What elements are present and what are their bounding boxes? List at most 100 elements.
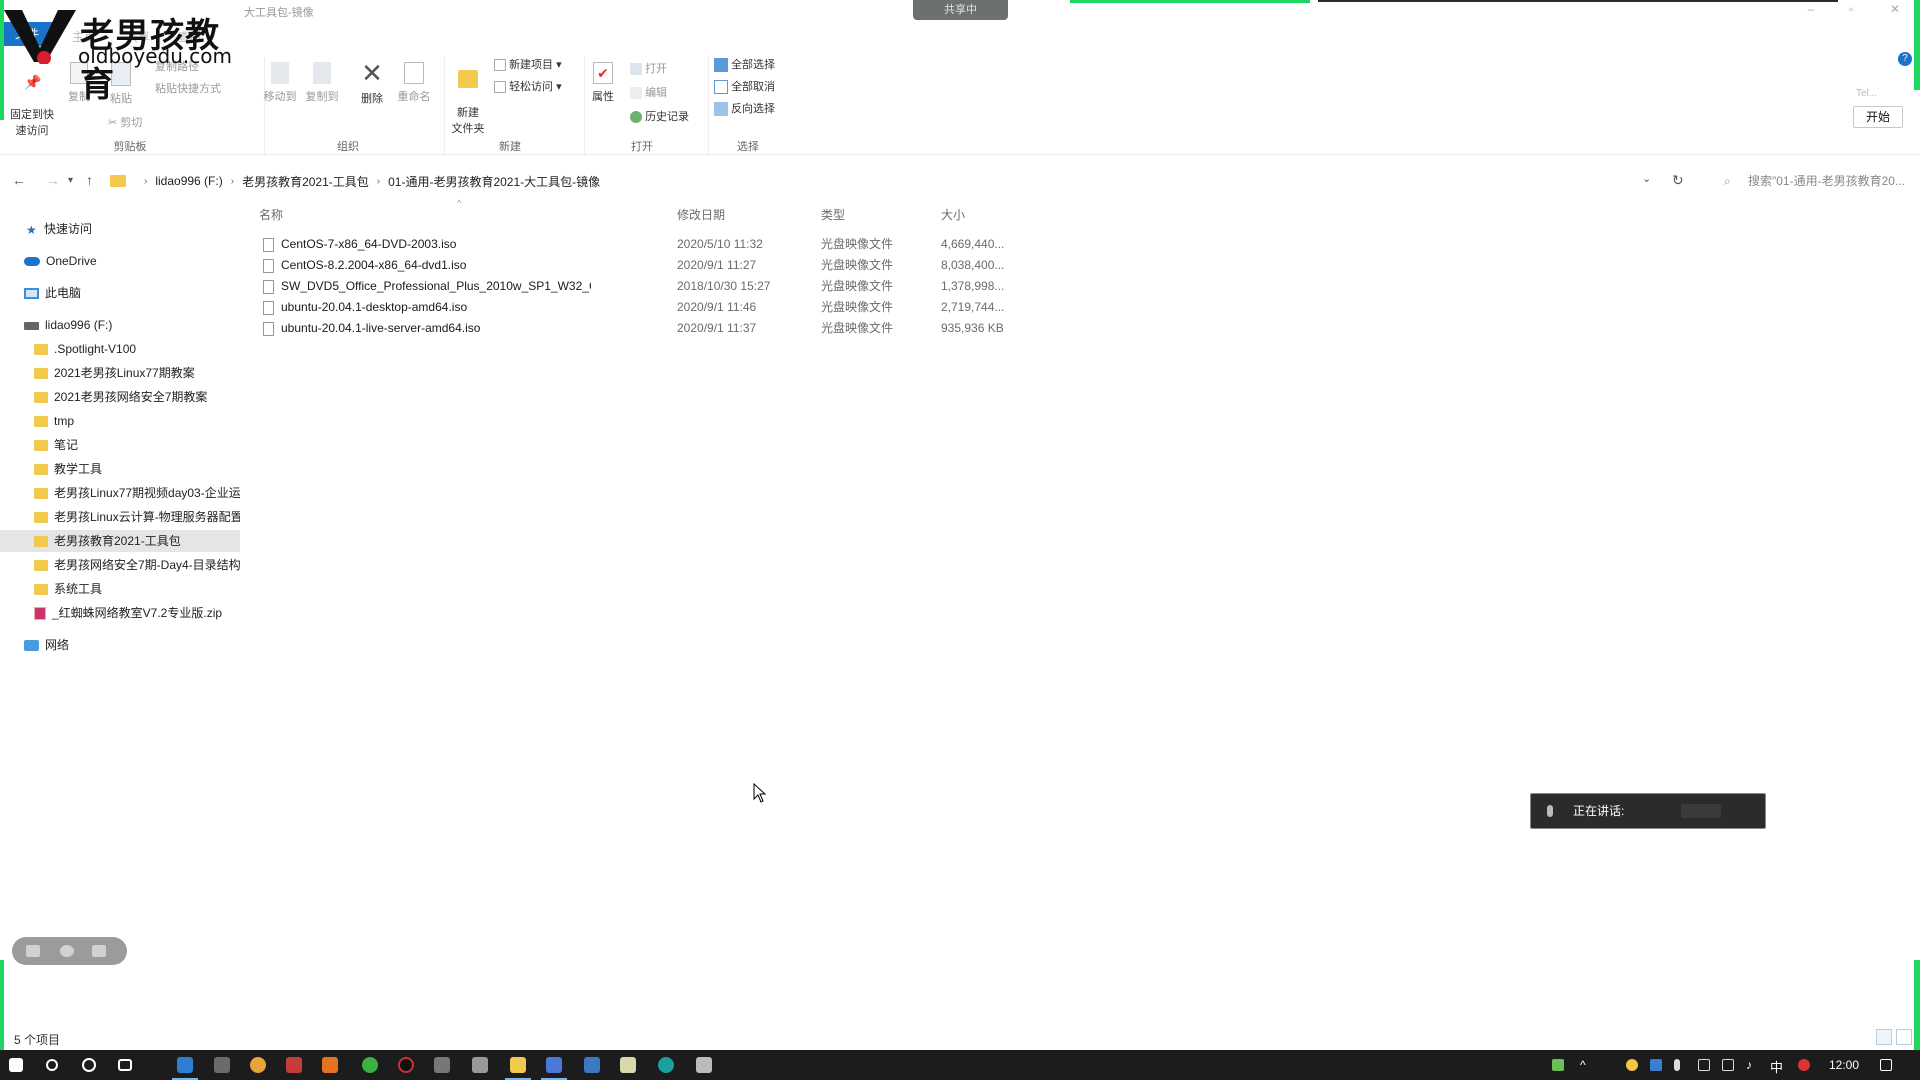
sidebar-item-label: 老男孩教育2021-工具包 bbox=[54, 534, 181, 548]
up-arrow-icon[interactable]: ↑ bbox=[86, 172, 93, 188]
app-icon[interactable] bbox=[177, 1057, 193, 1073]
floating-toolbar[interactable] bbox=[12, 937, 127, 965]
sidebar-item-folder[interactable]: 老男孩Linux77期视频day03-企业运 bbox=[0, 482, 240, 504]
address-dropdown-icon[interactable]: ⌄ bbox=[1642, 172, 1651, 185]
sidebar-item-folder[interactable]: 2021老男孩网络安全7期教案 bbox=[0, 386, 240, 408]
forward-arrow-icon[interactable]: → bbox=[46, 172, 60, 188]
tray-app-icon[interactable] bbox=[1626, 1059, 1638, 1071]
search-icon[interactable] bbox=[46, 1059, 58, 1071]
sidebar-item-folder[interactable]: 教学工具 bbox=[0, 458, 240, 480]
sidebar-item-folder[interactable]: 老男孩Linux云计算-物理服务器配置 bbox=[0, 506, 240, 528]
network-icon[interactable] bbox=[1722, 1059, 1734, 1071]
refresh-icon[interactable]: ↻ bbox=[1672, 172, 1684, 189]
file-explorer-icon[interactable] bbox=[510, 1057, 526, 1073]
rename-button[interactable]: 重命名 bbox=[396, 62, 432, 104]
app-icon[interactable] bbox=[322, 1057, 338, 1073]
sidebar-item-folder[interactable]: tmp bbox=[0, 410, 240, 432]
help-icon[interactable]: ? bbox=[1898, 52, 1912, 66]
select-all-button[interactable]: 全部选择 bbox=[714, 56, 775, 73]
microphone-toggle-icon[interactable] bbox=[60, 945, 74, 957]
copy-to-button[interactable]: 复制到 bbox=[304, 62, 340, 104]
screen-share-icon[interactable] bbox=[92, 945, 106, 957]
disc-image-icon bbox=[263, 259, 274, 273]
chevron-up-icon[interactable]: ^ bbox=[1580, 1059, 1592, 1071]
app-icon[interactable] bbox=[472, 1057, 488, 1073]
pin-quick-access-button[interactable]: 📌 固定到快 速访问 bbox=[6, 62, 58, 138]
sidebar-item-folder[interactable]: 笔记 bbox=[0, 434, 240, 456]
select-none-button[interactable]: 全部取消 bbox=[714, 78, 775, 95]
battery-icon[interactable] bbox=[1552, 1059, 1564, 1071]
sidebar-item-folder[interactable]: 老男孩网络安全7期-Day4-目录结构 bbox=[0, 554, 240, 576]
column-header-type[interactable]: 类型 bbox=[821, 206, 845, 223]
history-button[interactable]: 历史记录 bbox=[630, 108, 689, 124]
sidebar-item-this-pc[interactable]: 此电脑 bbox=[0, 282, 240, 304]
task-view-icon[interactable] bbox=[118, 1059, 132, 1071]
app-icon[interactable] bbox=[434, 1057, 450, 1073]
move-to-button[interactable]: 移动到 bbox=[262, 62, 298, 104]
close-icon[interactable]: ✕ bbox=[1880, 2, 1910, 16]
app-icon[interactable] bbox=[696, 1057, 712, 1073]
sidebar-item-folder[interactable]: 系统工具 bbox=[0, 578, 240, 600]
tray-app-icon[interactable] bbox=[1798, 1059, 1810, 1071]
file-row[interactable]: ubuntu-20.04.1-desktop-amd64.iso 2020/9/… bbox=[255, 297, 1015, 318]
start-button[interactable]: 开始 bbox=[1853, 106, 1903, 128]
sidebar-item-zip[interactable]: _红蜘蛛网络教室V7.2专业版.zip bbox=[0, 602, 240, 624]
share-frame bbox=[1070, 0, 1310, 3]
app-icon[interactable] bbox=[546, 1057, 562, 1073]
properties-button[interactable]: ✔ 属性 bbox=[586, 62, 620, 104]
open-button[interactable]: 打开 bbox=[630, 60, 667, 76]
new-item-button[interactable]: 新建项目 ▾ bbox=[494, 56, 562, 72]
breadcrumb-current[interactable]: 01-通用-老男孩教育2021-大工具包-镜像 bbox=[388, 173, 600, 190]
details-view-icon[interactable] bbox=[1876, 1029, 1892, 1045]
chrome-icon[interactable] bbox=[250, 1057, 266, 1073]
qq-icon[interactable] bbox=[398, 1057, 414, 1073]
app-icon[interactable] bbox=[658, 1057, 674, 1073]
volume-icon[interactable]: ♪ bbox=[1746, 1059, 1758, 1071]
edit-button[interactable]: 编辑 bbox=[630, 84, 667, 100]
file-type: 光盘映像文件 bbox=[821, 237, 894, 251]
cortana-icon[interactable] bbox=[82, 1058, 96, 1072]
column-header-date[interactable]: 修改日期 bbox=[677, 206, 725, 223]
cut-button[interactable]: ✂ 剪切 bbox=[108, 114, 142, 130]
column-header-size[interactable]: 大小 bbox=[941, 206, 965, 223]
camera-icon[interactable] bbox=[26, 945, 40, 957]
file-row[interactable]: CentOS-8.2.2004-x86_64-dvd1.iso 2020/9/1… bbox=[255, 255, 1015, 276]
tray-app-icon[interactable] bbox=[1650, 1059, 1662, 1071]
new-folder-button[interactable]: 新建 文件夹 bbox=[448, 58, 488, 136]
input-method-indicator[interactable]: 中 bbox=[1770, 1057, 1783, 1076]
windows-start-icon[interactable] bbox=[9, 1058, 23, 1072]
sidebar-item-drive[interactable]: lidao996 (F:) bbox=[0, 314, 240, 336]
back-arrow-icon[interactable]: ← bbox=[12, 172, 26, 188]
delete-button[interactable]: ✕ 删除 bbox=[354, 60, 390, 106]
sidebar-item-quick-access[interactable]: ★ 快速访问 bbox=[0, 218, 240, 240]
breadcrumb-toolkit[interactable]: 老男孩教育2021-工具包 bbox=[242, 173, 369, 190]
breadcrumb[interactable]: › lidao996 (F:) › 老男孩教育2021-工具包 › 01-通用-… bbox=[110, 170, 600, 192]
file-row[interactable]: CentOS-7-x86_64-DVD-2003.iso 2020/5/10 1… bbox=[255, 234, 1015, 255]
wechat-icon[interactable] bbox=[362, 1057, 378, 1073]
column-header-name[interactable]: 名称 bbox=[259, 206, 283, 223]
app-icon[interactable] bbox=[214, 1057, 230, 1073]
invert-selection-button[interactable]: 反向选择 bbox=[714, 100, 775, 117]
recent-dropdown-icon[interactable]: ▾ bbox=[68, 175, 73, 186]
file-row[interactable]: SW_DVD5_Office_Professional_Plus_2010w_S… bbox=[255, 276, 1015, 297]
large-icons-view-icon[interactable] bbox=[1896, 1029, 1912, 1045]
app-icon[interactable] bbox=[584, 1057, 600, 1073]
notification-icon[interactable] bbox=[1880, 1059, 1892, 1071]
maximize-icon[interactable]: ▫ bbox=[1836, 2, 1866, 16]
notepad-icon[interactable] bbox=[620, 1057, 636, 1073]
sidebar-item-folder[interactable]: 2021老男孩Linux77期教案 bbox=[0, 362, 240, 384]
app-icon[interactable] bbox=[286, 1057, 302, 1073]
tray-app-icon[interactable] bbox=[1698, 1059, 1710, 1071]
sidebar-item-onedrive[interactable]: OneDrive bbox=[0, 250, 240, 272]
sidebar-item-toolkit-selected[interactable]: 老男孩教育2021-工具包 bbox=[0, 530, 240, 552]
easy-access-button[interactable]: 轻松访问 ▾ bbox=[494, 78, 562, 94]
share-badge[interactable]: 共享中 bbox=[913, 0, 1008, 20]
file-row[interactable]: ubuntu-20.04.1-live-server-amd64.iso 202… bbox=[255, 318, 1015, 339]
sidebar-item-folder[interactable]: .Spotlight-V100 bbox=[0, 338, 240, 360]
minimize-icon[interactable]: – bbox=[1796, 2, 1826, 16]
clock[interactable]: 12:00 bbox=[1829, 1058, 1859, 1072]
search-input[interactable]: ⌕ 搜索"01-通用-老男孩教育20... bbox=[1716, 170, 1916, 192]
sidebar-item-network[interactable]: 网络 bbox=[0, 634, 240, 656]
breadcrumb-drive[interactable]: lidao996 (F:) bbox=[155, 174, 222, 188]
microphone-icon[interactable] bbox=[1674, 1059, 1680, 1071]
